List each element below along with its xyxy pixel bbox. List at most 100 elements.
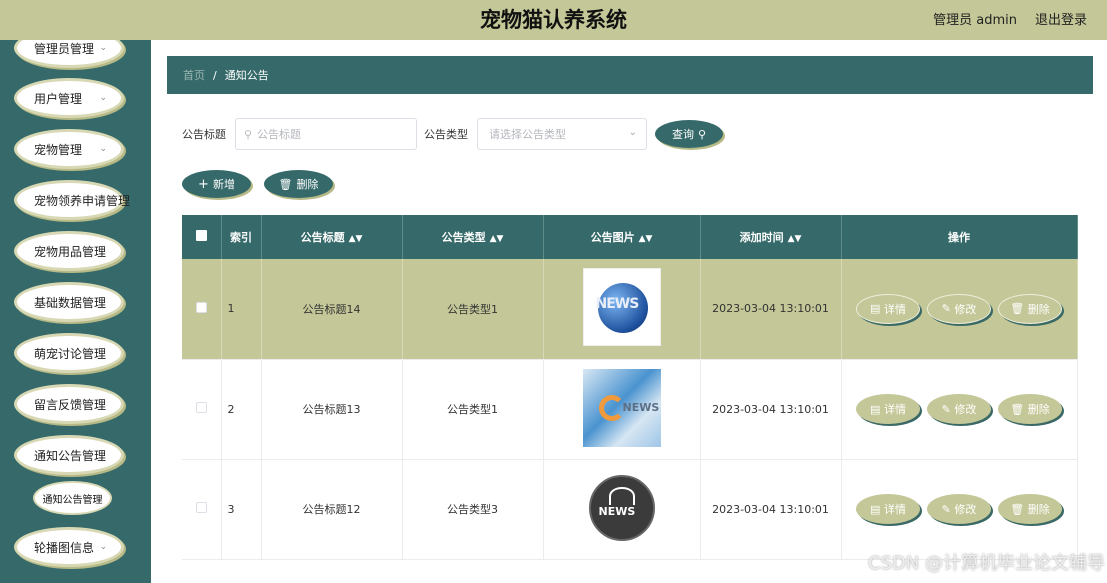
row-index: 3 [221, 459, 262, 560]
notice-table: 索引 公告标题 ▲▼ 公告类型 ▲▼ 公告图片 ▲▼ 添加时间 ▲▼ 操作 1 公告标题… [182, 215, 1078, 560]
sidebar: 管理员管理 ⌄ 用户管理 ⌄ 宠物管理 ⌄ 宠物领养申请管理 宠物用品管理 基础数据管… [0, 40, 151, 583]
table-header-row: 索引 公告标题 ▲▼ 公告类型 ▲▼ 公告图片 ▲▼ 添加时间 ▲▼ 操作 [182, 215, 1078, 259]
chevron-down-icon: ⌄ [628, 127, 637, 138]
query-button[interactable]: 查询 ⚲ [655, 120, 723, 148]
type-select[interactable]: 请选择公告类型 ⌄ [477, 118, 647, 150]
row-title: 公告标题13 [261, 359, 403, 460]
row-image-cell: NEWS [543, 359, 701, 460]
search-icon: ⚲ [244, 127, 253, 141]
row-checkbox[interactable] [195, 402, 207, 413]
top-bar: 宠物猫认养系统 管理员 admin 退出登录 [0, 0, 1107, 40]
sidebar-item-supplies[interactable]: 宠物用品管理 [14, 231, 124, 271]
row-actions: ▤ 详情 ✎ 修改 🗑 删除 [841, 259, 1078, 360]
sidebar-item-label: 基础数据管理 [34, 295, 107, 310]
search-icon: ⚲ [697, 127, 707, 141]
row-type: 公告类型1 [402, 359, 544, 460]
sidebar-item-label: 宠物管理 [34, 142, 83, 157]
news-globe-image[interactable]: NEWS [582, 268, 661, 347]
chevron-down-icon: ⌄ [99, 43, 107, 53]
breadcrumb-home[interactable]: 首页 [183, 67, 205, 83]
pencil-icon: ✎ [941, 302, 951, 316]
sidebar-item-feedback[interactable]: 留言反馈管理 [14, 384, 124, 424]
pencil-icon: ✎ [941, 402, 951, 416]
search-form: 公告标题 ⚲ 公告标题 公告类型 请选择公告类型 ⌄ 查询 ⚲ [182, 118, 723, 150]
title-search-input[interactable]: ⚲ 公告标题 [235, 118, 417, 150]
row-actions: ▤ 详情 ✎ 修改 🗑 删除 [841, 359, 1078, 460]
row-checkbox[interactable] [195, 301, 207, 313]
document-icon: ▤ [870, 502, 881, 516]
detail-button[interactable]: ▤ 详情 [856, 494, 920, 524]
row-actions: ▤ 详情 ✎ 修改 🗑 删除 [841, 459, 1078, 560]
sidebar-item-basic-data[interactable]: 基础数据管理 [14, 282, 124, 322]
detail-button[interactable]: ▤ 详情 [856, 293, 920, 324]
row-type: 公告类型1 [402, 259, 544, 360]
row-index: 1 [221, 259, 262, 360]
top-right-links: 管理员 admin 退出登录 [933, 9, 1087, 28]
sort-icon: ▲▼ [638, 234, 653, 244]
detail-button[interactable]: ▤ 详情 [856, 394, 920, 424]
edit-button[interactable]: ✎ 修改 [927, 494, 991, 524]
plus-icon: + [198, 176, 209, 192]
row-image-cell: NEWS [543, 259, 701, 360]
trash-icon: 🗑 [278, 177, 293, 191]
sort-icon: ▲▼ [489, 234, 504, 244]
sidebar-item-notices[interactable]: 通知公告管理 [14, 435, 124, 475]
select-all-checkbox[interactable] [195, 230, 207, 241]
sidebar-item-discussion[interactable]: 萌宠讨论管理 [14, 333, 124, 373]
column-header-title[interactable]: 公告标题 ▲▼ [261, 215, 403, 259]
sidebar-item-label: 宠物用品管理 [34, 244, 107, 259]
trash-icon: 🗑 [1010, 302, 1025, 316]
sidebar-item-label: 萌宠讨论管理 [34, 346, 107, 361]
trash-icon: 🗑 [1010, 502, 1025, 516]
column-header-type[interactable]: 公告类型 ▲▼ [402, 215, 544, 259]
row-delete-button[interactable]: 🗑 删除 [998, 394, 1062, 424]
table-row[interactable]: 1 公告标题14 公告类型1 NEWS 2023-03-04 13:10:01 … [182, 259, 1078, 360]
row-checkbox[interactable] [195, 502, 207, 513]
toolbar: + 新增 🗑 删除 [182, 170, 333, 198]
row-title: 公告标题14 [261, 259, 403, 360]
sidebar-item-pets[interactable]: 宠物管理 ⌄ [14, 129, 124, 169]
sidebar-item-adoption[interactable]: 宠物领养申请管理 [14, 180, 130, 220]
table-row[interactable]: 3 公告标题12 公告类型3 NEWS 2023-03-04 13:10:01 … [182, 459, 1078, 560]
row-delete-button[interactable]: 🗑 删除 [998, 293, 1062, 324]
add-button-label: 新增 [212, 178, 235, 191]
sidebar-item-label: 用户管理 [34, 91, 83, 106]
edit-button[interactable]: ✎ 修改 [927, 394, 991, 424]
chevron-down-icon: ⌄ [99, 542, 107, 552]
sort-icon: ▲▼ [787, 234, 802, 244]
news-swirl-image[interactable]: NEWS [582, 368, 661, 447]
column-header-index: 索引 [221, 215, 262, 259]
breadcrumb-separator: / [213, 68, 217, 82]
type-filter-label: 公告类型 [424, 128, 468, 141]
delete-button[interactable]: 🗑 删除 [264, 170, 333, 198]
column-header-time[interactable]: 添加时间 ▲▼ [700, 215, 842, 259]
chevron-down-icon: ⌄ [99, 93, 107, 103]
table-row[interactable]: 2 公告标题13 公告类型1 NEWS 2023-03-04 13:10:01 … [182, 359, 1078, 460]
logout-link[interactable]: 退出登录 [1035, 9, 1087, 28]
sidebar-item-label: 宠物领养申请管理 [34, 193, 131, 208]
news-badge-image[interactable]: NEWS [583, 469, 661, 547]
row-index: 2 [221, 359, 262, 460]
select-all-cell [182, 215, 222, 259]
document-icon: ▤ [870, 302, 881, 316]
chevron-down-icon: ⌄ [99, 144, 107, 154]
sidebar-item-label: 轮播图信息 [34, 540, 95, 555]
row-title: 公告标题12 [261, 459, 403, 560]
trash-icon: 🗑 [1010, 402, 1025, 416]
breadcrumb-current: 通知公告 [224, 69, 269, 82]
edit-button[interactable]: ✎ 修改 [927, 293, 991, 324]
title-filter-label: 公告标题 [182, 128, 226, 141]
sidebar-item-label: 管理员管理 [34, 41, 95, 56]
add-button[interactable]: + 新增 [182, 170, 251, 198]
sidebar-item-users[interactable]: 用户管理 ⌄ [14, 78, 124, 118]
type-select-placeholder: 请选择公告类型 [489, 128, 566, 141]
column-header-actions: 操作 [841, 215, 1078, 259]
column-header-image[interactable]: 公告图片 ▲▼ [543, 215, 701, 259]
row-type: 公告类型3 [402, 459, 544, 560]
sidebar-item-carousel[interactable]: 轮播图信息 ⌄ [14, 527, 124, 567]
breadcrumb: 首页 / 通知公告 [167, 56, 1093, 94]
sidebar-subitem-notices[interactable]: 通知公告管理 [33, 481, 112, 515]
row-delete-button[interactable]: 🗑 删除 [998, 494, 1062, 524]
sidebar-item-admin[interactable]: 管理员管理 ⌄ [14, 40, 124, 68]
query-button-label: 查询 [671, 128, 694, 141]
